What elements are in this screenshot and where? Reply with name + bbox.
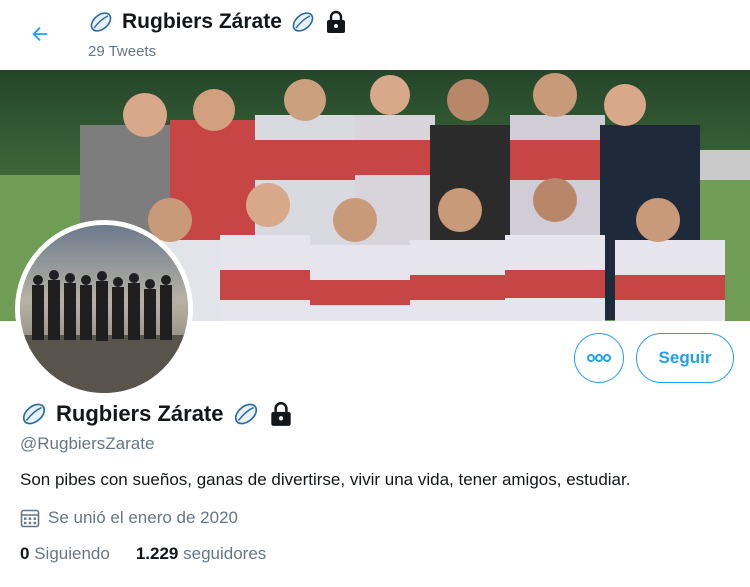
followers-label: seguidores <box>183 544 267 563</box>
calendar-icon <box>20 509 40 528</box>
profile-handle: @RugbiersZarate <box>20 434 155 453</box>
lock-icon <box>326 10 345 33</box>
header-title: Rugbiers Zárate <box>122 10 282 33</box>
more-options-icon <box>587 354 611 362</box>
rugby-ball-icon <box>292 12 314 32</box>
follow-button[interactable]: Seguir <box>636 333 734 383</box>
profile-bio: Son pibes con sueños, ganas de divertirs… <box>20 470 631 489</box>
rugby-ball-icon <box>90 12 112 32</box>
lock-icon <box>270 402 291 426</box>
profile-avatar[interactable] <box>15 220 193 398</box>
followers-link[interactable]: 1.229 seguidores <box>136 544 266 564</box>
profile-name: Rugbiers Zárate <box>56 401 224 426</box>
more-options-button[interactable] <box>574 333 624 383</box>
following-count: 0 <box>20 544 30 563</box>
back-button[interactable] <box>24 18 56 50</box>
rugby-ball-icon <box>234 403 257 425</box>
header-title-row: Rugbiers Zárate <box>88 9 348 35</box>
tweet-count: 29 Tweets <box>88 43 157 60</box>
profile-name-row: Rugbiers Zárate <box>20 400 294 428</box>
join-date: Se unió el enero de 2020 <box>20 508 238 528</box>
join-date-text: Se unió el enero de 2020 <box>48 508 238 527</box>
followers-count: 1.229 <box>135 544 179 563</box>
profile-stats: 0 Siguiendo 1.229 seguidores <box>20 544 266 564</box>
top-bar: Rugbiers Zárate 29 Tweets <box>0 0 750 70</box>
arrow-left-icon <box>32 26 48 42</box>
rugby-ball-icon <box>22 403 46 425</box>
following-label: Siguiendo <box>34 544 110 563</box>
following-link[interactable]: 0 Siguiendo <box>20 544 110 564</box>
